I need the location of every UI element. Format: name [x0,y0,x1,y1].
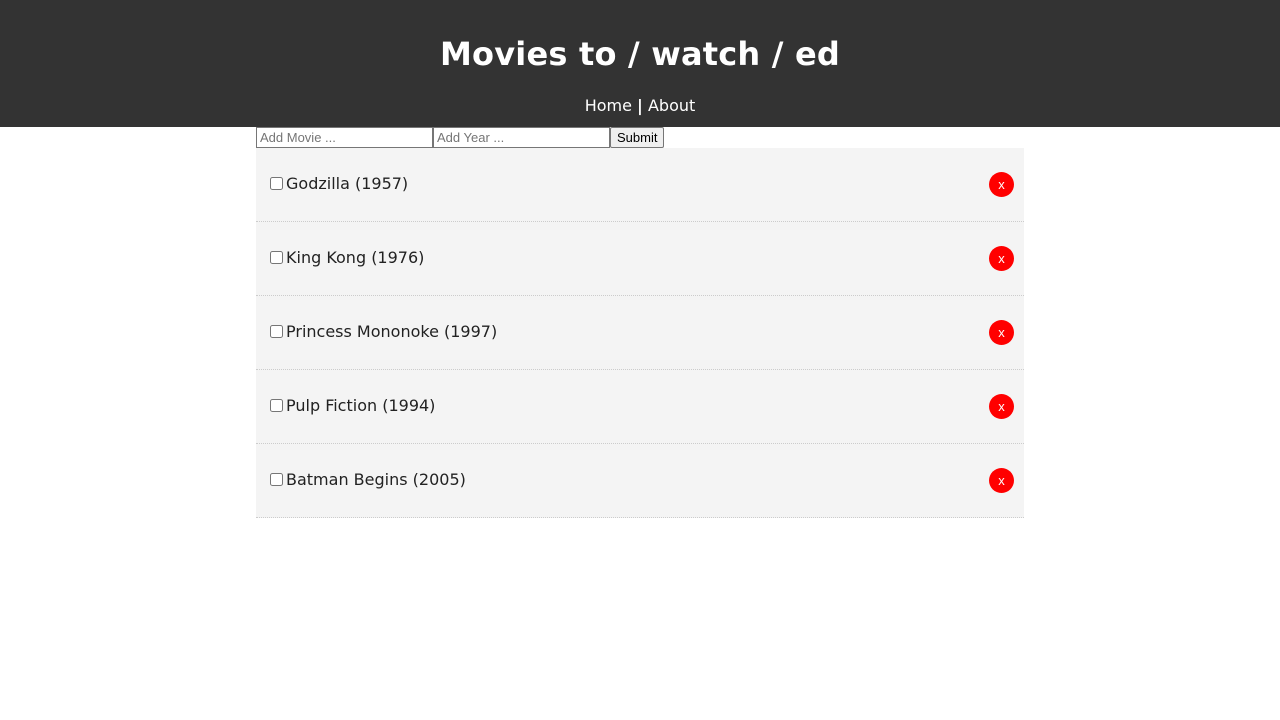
submit-button[interactable]: Submit [610,127,665,148]
movie-item: Pulp Fiction (1994) x [256,370,1024,444]
movie-item-content: Batman Begins (2005) [266,470,466,489]
app-header: Movies to / watch / ed Home | About [0,0,1280,127]
main-nav: Home | About [0,94,1280,118]
movie-year-input[interactable] [433,127,610,148]
movie-item-content: King Kong (1976) [266,248,424,267]
movie-list: Godzilla (1957) x King Kong (1976) x Pri… [256,148,1024,518]
delete-button[interactable]: x [989,468,1014,493]
watched-checkbox[interactable] [270,473,283,486]
nav-about-link[interactable]: About [648,96,695,115]
movie-label: Pulp Fiction (1994) [286,396,436,415]
delete-button[interactable]: x [989,320,1014,345]
watched-checkbox[interactable] [270,251,283,264]
movie-label: Godzilla (1957) [286,174,409,193]
delete-button[interactable]: x [989,394,1014,419]
main-content: Submit Godzilla (1957) x King Kong (1976… [256,127,1024,518]
movie-item: Princess Mononoke (1997) x [256,296,1024,370]
movie-item-content: Princess Mononoke (1997) [266,322,497,341]
movie-title-input[interactable] [256,127,433,148]
delete-button[interactable]: x [989,246,1014,271]
nav-separator: | [637,96,643,115]
watched-checkbox[interactable] [270,399,283,412]
nav-home-link[interactable]: Home [585,96,632,115]
movie-item-content: Pulp Fiction (1994) [266,396,435,415]
delete-button[interactable]: x [989,172,1014,197]
movie-label: King Kong (1976) [286,248,425,267]
movie-item-content: Godzilla (1957) [266,174,408,193]
add-movie-form: Submit [256,127,1024,148]
movie-item: King Kong (1976) x [256,222,1024,296]
movie-item: Godzilla (1957) x [256,148,1024,222]
watched-checkbox[interactable] [270,325,283,338]
movie-label: Princess Mononoke (1997) [286,322,498,341]
page-title: Movies to / watch / ed [440,35,840,73]
watched-checkbox[interactable] [270,177,283,190]
movie-item: Batman Begins (2005) x [256,444,1024,518]
movie-label: Batman Begins (2005) [286,470,466,489]
